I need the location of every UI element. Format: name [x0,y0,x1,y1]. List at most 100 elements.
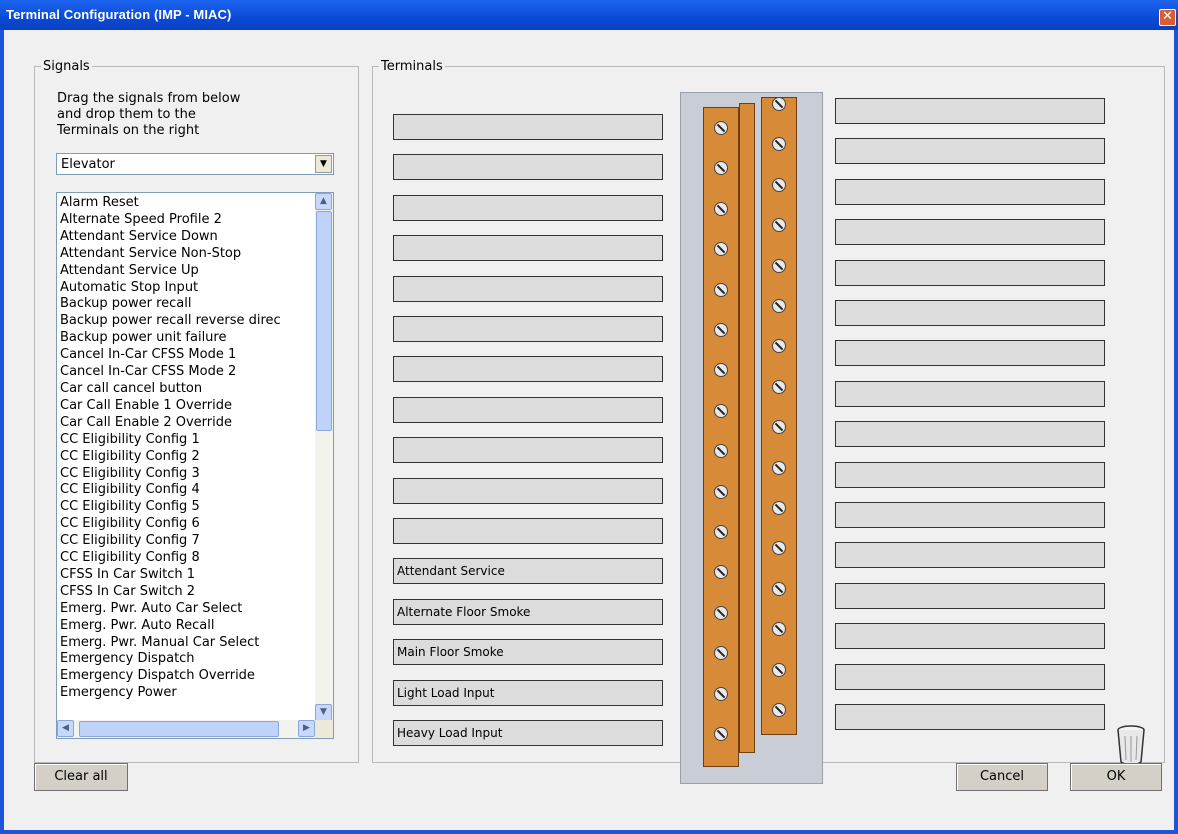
signal-list-item[interactable]: CC Eligibility Config 2 [60,449,314,466]
signal-list-item[interactable]: Car Call Enable 2 Override [60,415,314,432]
screw-icon [714,686,728,701]
vertical-scrollbar[interactable]: ▲ ▼ [315,193,333,721]
screw-icon [714,403,728,418]
signal-list-item[interactable]: Car Call Enable 1 Override [60,398,314,415]
signal-list-item[interactable]: Backup power recall reverse direc [60,313,314,330]
terminal-slot-28[interactable] [835,259,1105,286]
vertical-scroll-thumb[interactable] [316,211,332,431]
title-bar[interactable]: Terminal Configuration (IMP - MIAC) ✕ [0,0,1178,30]
trash-icon[interactable] [1116,724,1146,768]
signal-list[interactable]: Alarm Reset Alternate Speed Profile 2 Atte… [56,192,334,739]
terminal-slot-31[interactable] [835,138,1105,165]
terminal-slot-30[interactable] [835,178,1105,205]
signal-list-item[interactable]: Alternate Speed Profile 2 [60,212,314,229]
screw-icon [714,484,728,499]
terminal-slot-25[interactable] [835,380,1105,407]
terminal-slot-14[interactable] [393,194,663,221]
signal-list-item[interactable]: Cancel In-Car CFSS Mode 1 [60,347,314,364]
terminals-legend: Terminals [379,59,445,74]
screw-icon [772,177,786,192]
screw-icon [714,121,728,135]
terminal-slot-17[interactable] [835,704,1105,730]
horizontal-scrollbar[interactable]: ◀ ▶ [57,720,315,738]
signal-list-item[interactable]: Backup power unit failure [60,330,314,347]
terminal-slot-16[interactable] [393,114,663,140]
clear-all-button[interactable]: Clear all [34,763,128,791]
terminal-slot-2[interactable]: Light Load Input [393,679,663,706]
screw-icon [714,525,728,539]
signal-list-item[interactable]: Emerg. Pwr. Auto Recall [60,618,314,635]
scroll-down-icon[interactable]: ▼ [315,704,332,721]
signal-list-item[interactable]: CFSS In Car Switch 2 [60,584,314,601]
terminal-slot-23[interactable] [835,461,1105,488]
terminal-strip-middle [739,103,755,753]
terminal-slot-22[interactable] [835,502,1105,528]
signal-list-item[interactable]: Car call cancel button [60,381,314,398]
signal-list-item[interactable]: CC Eligibility Config 4 [60,482,314,499]
ok-button[interactable]: OK [1070,763,1162,791]
cancel-button[interactable]: Cancel [956,763,1048,791]
terminal-slot-12[interactable] [393,275,663,302]
signal-list-item[interactable]: Cancel In-Car CFSS Mode 2 [60,364,314,381]
signal-list-item[interactable]: CC Eligibility Config 6 [60,516,314,533]
terminal-slot-15[interactable] [393,154,663,181]
terminal-slot-9[interactable] [393,396,663,423]
signals-instructions: Drag the signals from below and drop the… [57,91,241,138]
scroll-right-icon[interactable]: ▶ [298,720,315,737]
terminal-slot-3[interactable]: Main Floor Smoke [393,639,663,666]
scroll-corner [315,720,333,738]
signal-list-item[interactable]: Attendant Service Up [60,263,314,280]
terminal-slot-18[interactable] [835,663,1105,690]
scroll-left-icon[interactable]: ◀ [57,720,74,737]
signal-category-select[interactable]: Elevator ▼ [56,153,334,175]
screw-icon [714,282,728,297]
signal-list-item[interactable]: Emergency Dispatch Override [60,668,314,685]
signal-category-value: Elevator [61,157,115,172]
terminal-slot-21[interactable] [835,542,1105,569]
terminal-slot-5[interactable]: Attendant Service [393,558,663,585]
signal-list-item[interactable]: Emerg. Pwr. Auto Car Select [60,601,314,618]
signal-list-item[interactable]: CC Eligibility Config 7 [60,533,314,550]
screw-icon [772,501,786,515]
terminal-slot-20[interactable] [835,582,1105,609]
terminal-slot-19[interactable] [835,623,1105,650]
signal-list-item[interactable]: Alarm Reset [60,195,314,212]
terminal-slot-27[interactable] [835,300,1105,326]
terminal-slot-1[interactable]: Heavy Load Input [393,720,663,746]
terminal-slot-26[interactable] [835,340,1105,367]
terminal-slot-13[interactable] [393,235,663,262]
terminal-slot-7[interactable] [393,477,663,504]
signal-list-item[interactable]: Emergency Power [60,685,314,702]
screw-icon [772,97,786,111]
close-icon[interactable]: ✕ [1159,9,1176,26]
screw-icon [772,379,786,394]
screw-icon [772,581,786,596]
signal-list-item[interactable]: Emergency Power Manual Overrid [60,702,314,703]
terminal-slot-24[interactable] [835,421,1105,448]
signal-list-item[interactable]: CC Eligibility Config 1 [60,432,314,449]
terminal-slot-10[interactable] [393,356,663,383]
signal-list-item[interactable]: CC Eligibility Config 3 [60,466,314,483]
signal-items: Alarm Reset Alternate Speed Profile 2 Atte… [60,195,314,703]
signal-list-item[interactable]: CC Eligibility Config 5 [60,499,314,516]
signal-list-item[interactable]: Backup power recall [60,296,314,313]
signal-list-item[interactable]: CFSS In Car Switch 1 [60,567,314,584]
terminal-slot-4[interactable]: Alternate Floor Smoke [393,598,663,625]
screw-icon [714,605,728,620]
horizontal-scroll-thumb[interactable] [79,721,279,737]
terminal-slot-29[interactable] [835,219,1105,246]
signal-list-item[interactable]: Emerg. Pwr. Manual Car Select [60,635,314,652]
screw-icon [714,323,728,337]
terminal-slot-8[interactable] [393,437,663,464]
screw-icon [772,258,786,273]
chevron-down-icon[interactable]: ▼ [315,155,332,173]
terminal-slot-11[interactable] [393,316,663,342]
signal-list-item[interactable]: CC Eligibility Config 8 [60,550,314,567]
terminal-slot-32[interactable] [835,98,1105,124]
signal-list-item[interactable]: Automatic Stop Input [60,280,314,297]
signal-list-item[interactable]: Attendant Service Non-Stop [60,246,314,263]
scroll-up-icon[interactable]: ▲ [315,193,332,210]
signal-list-item[interactable]: Emergency Dispatch [60,651,314,668]
terminal-slot-6[interactable] [393,518,663,544]
signal-list-item[interactable]: Attendant Service Down [60,229,314,246]
